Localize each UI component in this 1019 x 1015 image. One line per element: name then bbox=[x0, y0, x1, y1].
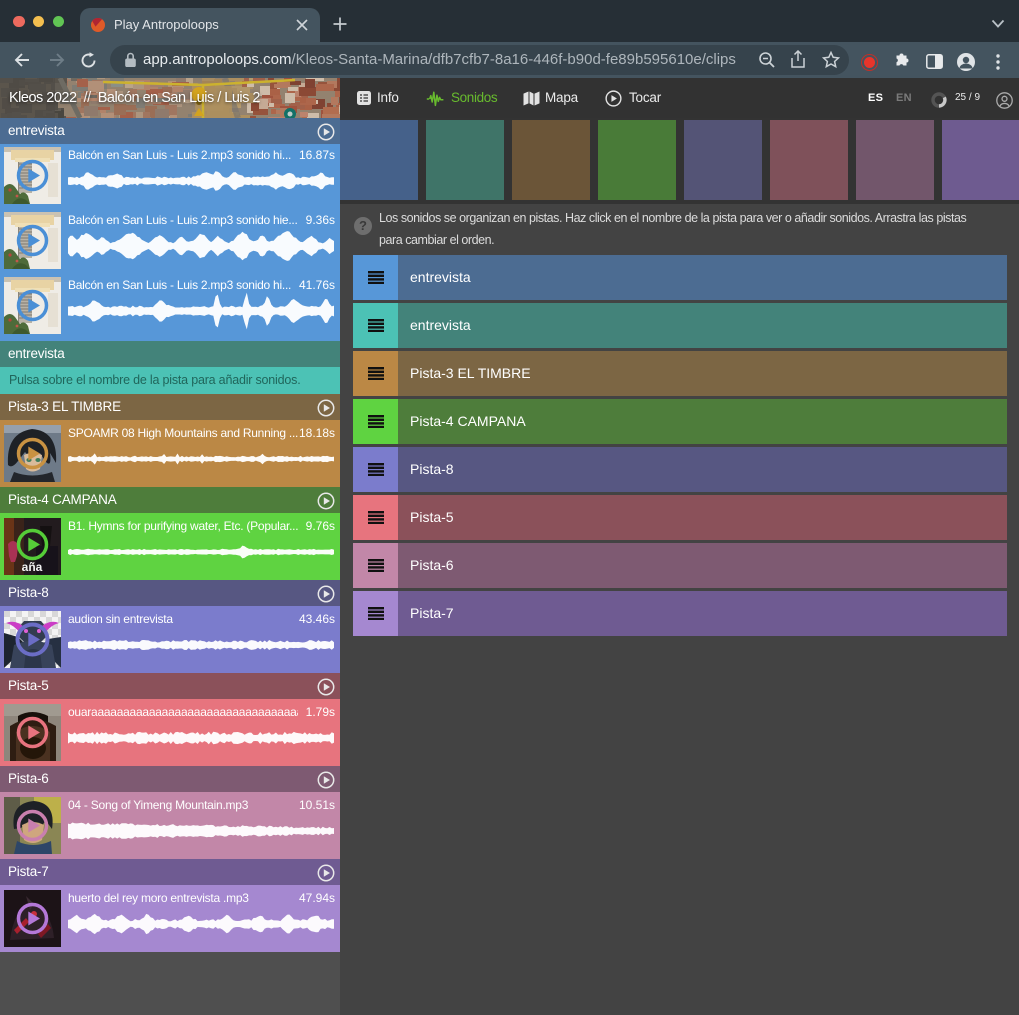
svg-text:aña: aña bbox=[22, 560, 43, 574]
